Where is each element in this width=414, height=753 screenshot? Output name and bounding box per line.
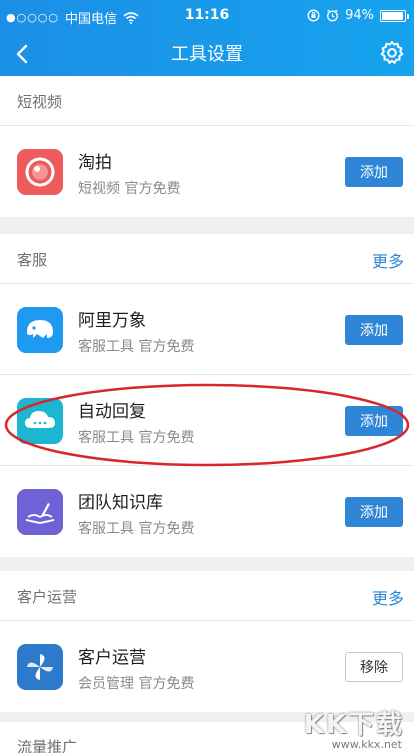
tool-desc: 短视频 官方免费 <box>78 181 181 197</box>
watermark-text: KK下载 <box>303 710 404 740</box>
more-link[interactable]: 更多 <box>372 248 404 272</box>
rotation-lock-icon <box>307 9 320 22</box>
tool-name: 团队知识库 <box>78 493 163 513</box>
section-short-video: 短视频 淘拍 短视频 官方免费 添加 <box>0 76 414 217</box>
open-book-icon <box>17 489 63 535</box>
tool-row-customer-operation: 客户运营 会员管理 官方免费 移除 <box>0 621 414 712</box>
section-title: 短视频 <box>17 93 63 111</box>
remove-button[interactable]: 移除 <box>345 652 403 682</box>
add-button[interactable]: 添加 <box>345 157 403 187</box>
section-title: 客服 <box>17 251 48 269</box>
pinwheel-icon <box>17 644 63 690</box>
tool-name: 淘拍 <box>78 153 112 173</box>
gear-icon[interactable] <box>378 39 406 67</box>
tool-row-ali-wanxiang: 阿里万象 客服工具 官方免费 添加 <box>0 284 414 375</box>
tool-desc: 会员管理 官方免费 <box>78 676 195 692</box>
section-customer-service: 客服 更多 阿里万象 客服工具 官方免费 添加 自动回复 客服工具 官方免费 添… <box>0 234 414 557</box>
tool-desc: 客服工具 官方免费 <box>78 339 195 355</box>
tool-name: 自动回复 <box>78 402 146 422</box>
section-customer-operation: 客户运营 更多 客户运营 会员管理 官方免费 移除 <box>0 571 414 712</box>
section-header: 短视频 <box>0 76 414 126</box>
section-header: 客服 更多 <box>0 234 414 284</box>
nav-bar: 工具设置 <box>0 32 414 76</box>
app-header: ●○○○○ 中国电信 11:16 94% 工具设置 <box>0 0 414 76</box>
add-button[interactable]: 添加 <box>345 406 403 436</box>
battery-icon <box>380 9 409 22</box>
tool-name: 阿里万象 <box>78 311 146 331</box>
section-header: 客户运营 更多 <box>0 571 414 621</box>
elephant-icon <box>17 307 63 353</box>
add-button[interactable]: 添加 <box>345 315 403 345</box>
watermark-url: www.kkx.net <box>331 738 402 751</box>
section-title: 流量推广 <box>17 738 78 753</box>
watermark: KK下载 www.kkx.net <box>292 700 410 752</box>
more-link[interactable]: 更多 <box>372 585 404 609</box>
camera-lens-icon <box>17 149 63 195</box>
tool-desc: 客服工具 官方免费 <box>78 430 195 446</box>
add-button[interactable]: 添加 <box>345 497 403 527</box>
tool-row-team-knowledge: 团队知识库 客服工具 官方免费 添加 <box>0 466 414 557</box>
battery-percent: 94% <box>345 8 374 23</box>
tool-row-taopai: 淘拍 短视频 官方免费 添加 <box>0 126 414 217</box>
tool-desc: 客服工具 官方免费 <box>78 521 195 537</box>
page-title: 工具设置 <box>171 44 243 65</box>
tool-name: 客户运营 <box>78 648 146 668</box>
alarm-icon <box>327 9 339 22</box>
tool-row-auto-reply: 自动回复 客服工具 官方免费 添加 <box>0 375 414 466</box>
cloud-chat-icon <box>17 398 63 444</box>
status-bar: ●○○○○ 中国电信 11:16 94% <box>0 0 414 32</box>
section-title: 客户运营 <box>17 588 78 606</box>
